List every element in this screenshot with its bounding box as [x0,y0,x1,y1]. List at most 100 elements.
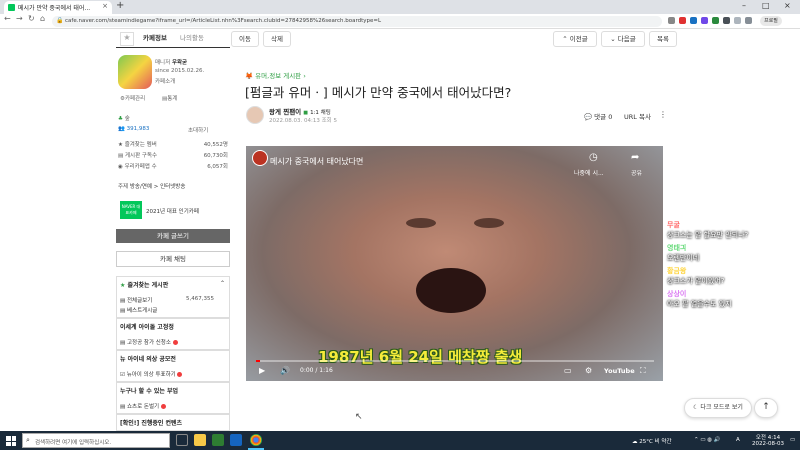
settings-icon[interactable]: ⚙ [585,366,592,375]
extension-icon[interactable] [679,17,686,24]
delete-button[interactable]: 삭제 [263,31,291,47]
grade-row: ♣ 숲 [118,116,130,122]
window-close-icon[interactable]: × [784,1,791,10]
youtube-logo[interactable]: YouTube [604,367,635,375]
collapse-icon[interactable]: ⌃ [220,280,225,287]
reload-icon[interactable]: ↻ [28,14,35,23]
app-value: 6,057회 [207,164,228,170]
share-icon[interactable]: ➦ [631,152,639,163]
chat-message: 오렌만이네 [667,254,700,262]
back-icon[interactable]: ← [4,14,11,23]
new-tab-button[interactable]: + [116,0,124,11]
topic-row: 주제 방송/연예 > 인터넷방송 [118,184,186,190]
chrome-icon[interactable] [250,434,262,446]
star-icon[interactable]: ★ [120,32,134,46]
comment-count[interactable]: 💬 댓글 0 [584,111,612,121]
maximize-icon[interactable]: □ [762,1,770,10]
play-icon[interactable]: ▶ [259,366,265,375]
browser-tab[interactable]: 메시가 만약 중국에서 태어... × [4,1,112,14]
tab-title: 메시가 만약 중국에서 태어... [18,5,91,12]
profile-button[interactable]: 프로필 [760,16,782,26]
move-button[interactable]: 이동 [231,31,259,47]
clock[interactable]: 오전 4:14 2022-08-03 [752,433,784,447]
fav-members-row: ★ 즐겨찾는 멤버 [118,142,157,148]
extension-icon[interactable] [690,17,697,24]
divider [116,47,230,48]
captions-icon[interactable]: ▭ [564,366,572,375]
fullscreen-icon[interactable]: ⛶ [640,366,646,376]
dark-mode-button[interactable]: ☾ 다크 모드로 보기 [684,398,752,418]
author-row[interactable]: 왕게 찐팬이 ■ 1:1 채팅 [269,106,331,116]
list-button[interactable]: 목록 [649,31,677,47]
minimize-icon[interactable]: – [742,1,746,10]
close-tab-icon[interactable]: × [102,2,108,10]
tab-cafe-info[interactable]: 카페정보 [143,32,167,42]
naver-badge-icon: NAVER 대표카페 [120,201,142,219]
new-dot-icon [160,404,166,409]
since-date: since 2015.02.26. [155,68,205,74]
tray-icons[interactable]: ⌃ ▭ ◍ 🔊 [694,437,721,443]
watch-later-label[interactable]: 나중에 시... [574,168,604,177]
clock-icon[interactable]: ◷ [589,152,598,163]
url-bar[interactable]: 🔒 cafe.naver.com/steamindiegame?iframe_u… [52,16,662,27]
app-row: ◉ 우리카페앱 수 [118,164,157,170]
write-button[interactable]: 카페 글쓰기 [116,229,230,243]
sidebar-item-vote[interactable]: ☑ 뉴아이 의상 투표하기 [120,370,183,378]
url-text: cafe.naver.com/steamindiegame?iframe_url… [65,18,382,24]
extension-icon[interactable] [734,17,741,24]
award-text: 2021년 대표 인기카페 [146,209,199,215]
chat-button[interactable]: 카페 채팅 [116,251,230,267]
extension-icon[interactable] [712,17,719,24]
mouse-cursor-icon: ↖ [355,412,363,422]
scroll-top-button[interactable]: ↑ [754,398,778,418]
section-sidejob-title: 누구나 할 수 있는 부업 [120,388,179,395]
tab-my-activity[interactable]: 나의활동 [180,32,204,42]
volume-icon[interactable]: 🔊 [280,366,290,375]
url-copy-button[interactable]: URL 복사 [624,111,651,121]
forward-icon[interactable]: → [16,14,23,23]
sidebar-item-all-posts[interactable]: ▤ 전체글보기 [120,296,152,304]
invite-link[interactable]: 초대하기 [188,126,208,134]
video-progress-bar[interactable] [256,360,654,362]
puzzle-icon[interactable] [745,17,752,24]
board-link[interactable]: 🦊 유머,정보 게시판 › [245,70,306,80]
avatar[interactable] [246,106,264,124]
all-posts-count: 5,467,355 [186,296,214,302]
chat-user-name: 상상이 [667,290,687,298]
home-icon[interactable]: ⌂ [40,14,45,23]
file-explorer-icon[interactable] [194,434,206,446]
taskbar-search[interactable]: ⌕ 검색하려면 여기에 입력하십시오. [22,433,170,448]
video-subtitle: 1987년 6월 24일 메착짱 출생 [318,348,523,366]
weather-widget[interactable]: ☁ 25°C 비 약간 [632,437,672,445]
chat-message: 상크스가 말이있어? [667,277,725,285]
app-icon[interactable] [212,434,224,446]
section-contents-title: [확인!] 진행중인 컨텐츠 [120,420,183,427]
video-progress-fill [256,360,260,362]
video-face-detail [474,218,504,228]
cafe-intro-link[interactable]: 카페소개 [155,77,175,85]
windows-start-icon[interactable] [6,436,16,446]
cafe-logo [118,55,152,89]
app-icon[interactable] [230,434,242,446]
more-icon[interactable]: ⋮ [659,110,667,119]
cafe-manage-link[interactable]: ⚙카페관리 [120,94,145,102]
extension-icon[interactable] [723,17,730,24]
notification-icon[interactable]: ▭ [790,437,795,443]
sidebar-item-shorts[interactable]: ▤ 쇼츠로 돈벌기 [120,402,166,410]
sidebar-item-best[interactable]: ▤ 베스트게시글 [120,306,157,314]
section-idol-title: 이세계 아이돌 고정정 [120,324,174,331]
prev-button[interactable]: ⌃ 이전글 [553,31,597,47]
language-indicator[interactable]: A [736,437,740,443]
next-button[interactable]: ⌄ 다음글 [601,31,645,47]
extension-icon[interactable] [701,17,708,24]
stats-link[interactable]: ▤통계 [162,94,177,102]
channel-logo[interactable] [252,150,268,166]
task-view-icon[interactable] [176,434,188,446]
members-row[interactable]: 👥 391,983 [118,126,149,132]
video-title[interactable]: 메시가 중국에서 태어났다면 [270,156,363,167]
extension-icon[interactable] [668,17,675,24]
board-icon: 🦊 [245,72,254,80]
share-label[interactable]: 공유 [631,168,642,177]
article-title: [펌글과 유머ㆍ] 메시가 만약 중국에서 태어났다면? [245,85,512,100]
sidebar-item-apply[interactable]: ▤ 고정공 참가 신청소 [120,338,178,346]
